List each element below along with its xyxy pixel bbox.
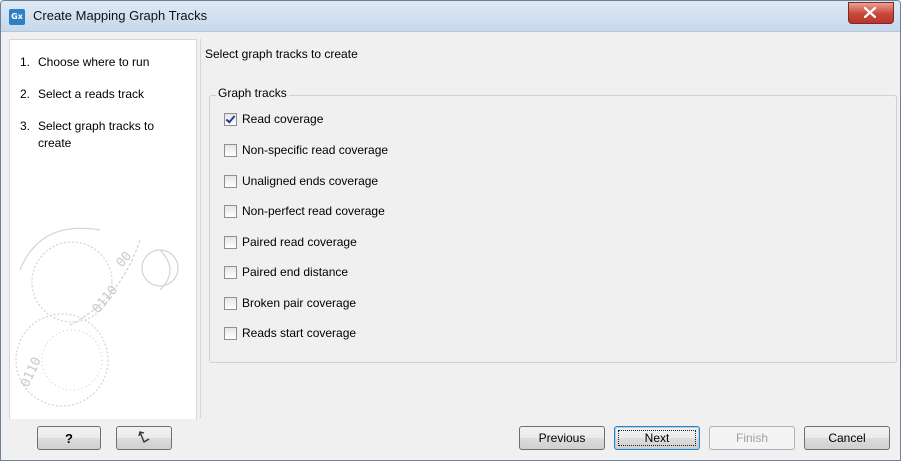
button-bar: ? Previous Next Finish Cancel [1, 419, 900, 460]
checkbox-read-coverage[interactable]: Read coverage [224, 110, 323, 128]
graph-tracks-group [209, 95, 897, 363]
previous-button[interactable]: Previous [519, 426, 605, 450]
svg-text:0110: 0110 [18, 355, 45, 390]
finish-button: Finish [709, 426, 795, 450]
group-label: Graph tracks [216, 86, 289, 100]
step-label: Choose where to run [38, 55, 150, 69]
step-label: Select a reads track [38, 87, 145, 101]
checkbox-box[interactable] [224, 235, 237, 249]
svg-text:00: 00 [114, 249, 136, 271]
checkbox-box[interactable] [224, 326, 237, 340]
checkbox-label[interactable]: Non-specific read coverage [242, 143, 388, 157]
window-title: Create Mapping Graph Tracks [33, 8, 208, 23]
title-bar[interactable]: Gx Create Mapping Graph Tracks [1, 1, 900, 32]
next-button[interactable]: Next [614, 426, 700, 450]
cancel-button[interactable]: Cancel [804, 426, 890, 450]
checkbox-label[interactable]: Reads start coverage [242, 326, 356, 340]
checkbox-box[interactable] [224, 204, 237, 218]
checkbox-label[interactable]: Broken pair coverage [242, 296, 356, 310]
reset-button[interactable] [116, 426, 172, 450]
app-icon: Gx [9, 9, 25, 25]
close-icon [864, 7, 876, 18]
reset-arrow-icon [138, 431, 150, 443]
checkbox-paired-end-distance[interactable]: Paired end distance [224, 263, 348, 281]
checkbox-reads-start-coverage[interactable]: Reads start coverage [224, 324, 356, 342]
steps-panel: 1. Choose where to run 2. Select a reads… [9, 39, 197, 420]
checkbox-non-perfect-read-coverage[interactable]: Non-perfect read coverage [224, 202, 385, 220]
decorative-spiral-graphic: 0110 0110 00 [15, 227, 179, 407]
step-number: 3. [20, 119, 31, 133]
checkbox-paired-read-coverage[interactable]: Paired read coverage [224, 233, 357, 251]
step-number: 2. [20, 87, 31, 101]
step-number: 1. [20, 55, 31, 69]
checkbox-box[interactable] [224, 112, 237, 126]
close-button[interactable] [848, 2, 894, 24]
checkbox-box[interactable] [224, 174, 237, 188]
dialog-window: Gx Create Mapping Graph Tracks 1. Choose… [0, 0, 901, 461]
checkbox-broken-pair-coverage[interactable]: Broken pair coverage [224, 294, 356, 312]
svg-text:0110: 0110 [90, 283, 122, 317]
checkbox-non-specific-read-coverage[interactable]: Non-specific read coverage [224, 141, 388, 159]
checkbox-box[interactable] [224, 143, 237, 157]
focus-indicator [618, 430, 696, 446]
step-label: Select graph tracks to create [38, 119, 155, 150]
checkbox-box[interactable] [224, 296, 237, 310]
help-button[interactable]: ? [37, 426, 101, 450]
instruction-text: Select graph tracks to create [205, 47, 358, 61]
checkbox-box[interactable] [224, 265, 237, 279]
checkbox-label[interactable]: Paired read coverage [242, 235, 357, 249]
checkbox-label[interactable]: Read coverage [242, 112, 323, 126]
checkbox-label[interactable]: Paired end distance [242, 265, 348, 279]
main-panel: Select graph tracks to create Graph trac… [200, 39, 898, 418]
checkbox-unaligned-ends-coverage[interactable]: Unaligned ends coverage [224, 172, 378, 190]
checkbox-label[interactable]: Unaligned ends coverage [242, 174, 378, 188]
checkbox-label[interactable]: Non-perfect read coverage [242, 204, 385, 218]
